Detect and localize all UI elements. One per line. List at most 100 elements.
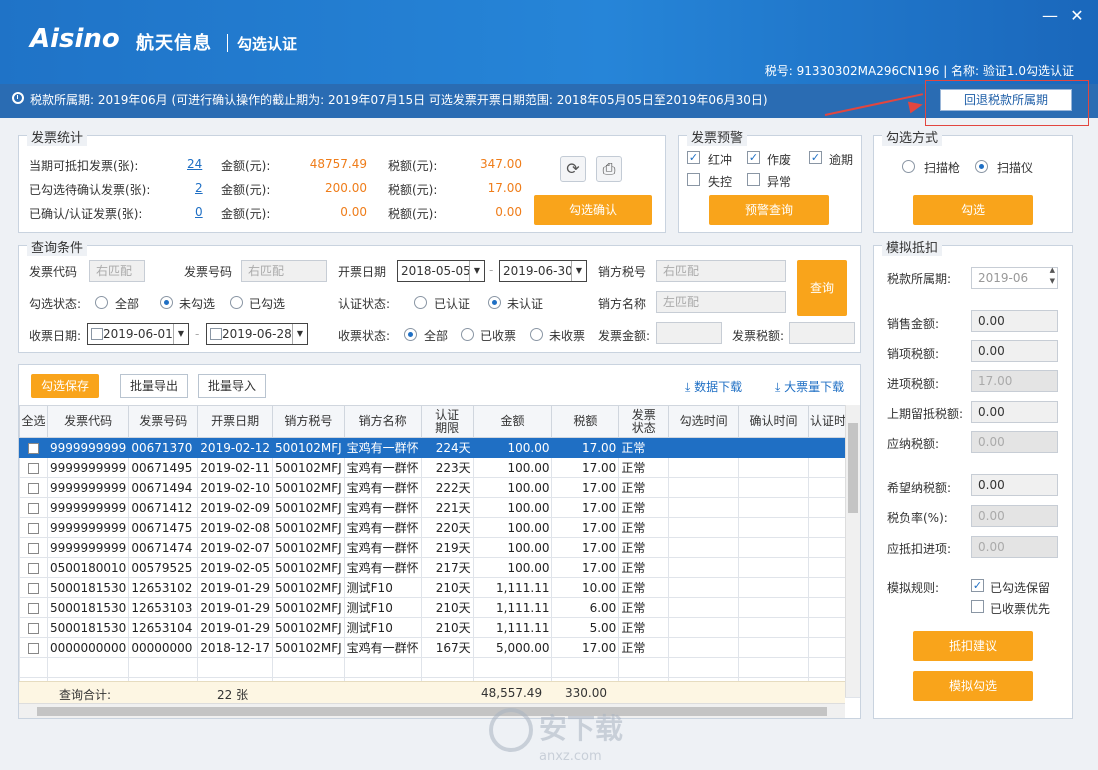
batch-export-button[interactable]: 批量导出 [120,374,188,398]
void-checkbox[interactable]: ✓ [747,151,760,164]
data-download-link[interactable]: ⤓ 数据下载 [685,378,742,395]
cert-yes-radio[interactable] [414,296,427,309]
horizontal-scrollbar[interactable] [19,703,845,718]
row-checkbox[interactable] [27,562,39,574]
row-checkbox[interactable] [27,482,39,494]
column-header[interactable]: 发票状态 [618,405,670,438]
row-select-cell[interactable] [19,637,48,658]
table-row[interactable]: 9999999999 00671412 2019-02-09 500102MFJ 宝鸡有… [19,497,861,518]
overdue-checkbox[interactable]: ✓ [809,151,822,164]
recv-yes-radio[interactable] [461,328,474,341]
row-select-cell[interactable] [19,657,48,678]
issue-date-from[interactable]: 2018-05-05 ▼ [397,260,485,282]
row-select-cell[interactable] [19,537,48,558]
issue-date-to[interactable]: 2019-06-30 ▼ [499,260,587,282]
date-enable-checkbox[interactable] [210,328,222,340]
stat-count-link[interactable]: 2 [195,181,203,195]
select-button[interactable]: 勾选 [913,195,1033,225]
row-checkbox[interactable] [27,542,39,554]
column-header[interactable]: 税额 [551,405,620,438]
dropdown-icon[interactable]: ▼ [173,324,188,344]
outofcontrol-checkbox[interactable] [687,173,700,186]
simulate-select-button[interactable]: 模拟勾选 [913,671,1033,701]
prev-credit-input[interactable]: 0.00 [971,401,1058,423]
stat-count-link[interactable]: 24 [187,157,202,171]
select-all-header[interactable]: 全选 [19,405,48,438]
scroll-thumb[interactable] [848,423,858,513]
column-header[interactable]: 销方名称 [343,405,422,438]
stat-count-link[interactable]: 0 [195,205,203,219]
period-spinner[interactable]: 2019-06 ▲ ▼ [971,265,1058,289]
row-select-cell[interactable] [19,477,48,498]
table-row[interactable]: 0000000000 00000000 2018-12-17 500102MFJ 宝鸡有… [19,637,861,658]
column-header[interactable]: 勾选时间 [668,405,740,438]
column-header[interactable]: 确认时间 [738,405,809,438]
vertical-scrollbar[interactable] [845,405,860,697]
date-enable-checkbox[interactable] [91,328,103,340]
table-row[interactable]: 9999999999 00671370 2019-02-12 500102MFJ 宝鸡有… [19,437,861,458]
table-row[interactable]: 9999999999 00671474 2019-02-07 500102MFJ 宝鸡有… [19,537,861,558]
row-select-cell[interactable] [19,557,48,578]
dropdown-icon[interactable]: ▼ [571,261,586,281]
column-header[interactable]: 发票代码 [46,405,130,438]
row-checkbox[interactable] [27,502,39,514]
save-selection-button[interactable]: 勾选保存 [31,374,99,398]
recv-all-radio[interactable] [404,328,417,341]
output-tax-input[interactable]: 0.00 [971,340,1058,362]
spinner-arrows-icon[interactable]: ▲ ▼ [1050,265,1055,287]
row-select-cell[interactable] [19,457,48,478]
abnormal-checkbox[interactable] [747,173,760,186]
table-row[interactable]: 9999999999 00671494 2019-02-10 500102MFJ 宝鸡有… [19,477,861,498]
refresh-icon[interactable]: ⟳ [560,156,586,182]
column-header[interactable]: 认证期限 [420,405,474,438]
row-checkbox[interactable] [27,442,39,454]
row-checkbox[interactable] [27,462,39,474]
row-checkbox[interactable] [27,602,39,614]
received-first-checkbox[interactable] [971,600,984,613]
table-row[interactable] [19,657,861,678]
scanner-gun-radio[interactable] [902,160,915,173]
row-select-cell[interactable] [19,497,48,518]
close-button[interactable]: ✕ [1067,6,1087,26]
row-select-cell[interactable] [19,617,48,638]
invoice-amount-input[interactable] [656,322,722,344]
recv-date-from[interactable]: 2019-06-01 ▼ [87,323,189,345]
seller-name-input[interactable]: 左匹配 [656,291,786,313]
invoice-number-input[interactable]: 右匹配 [241,260,327,282]
column-header[interactable]: 开票日期 [197,405,274,438]
check-selected-radio[interactable] [230,296,243,309]
row-checkbox[interactable] [27,642,39,654]
dropdown-icon[interactable]: ▼ [292,324,307,344]
row-checkbox[interactable] [27,582,39,594]
scanner-radio[interactable] [975,160,988,173]
cert-no-radio[interactable] [488,296,501,309]
invoice-tax-input[interactable] [789,322,855,344]
confirm-selection-button[interactable]: 勾选确认 [534,195,652,225]
deduction-suggest-button[interactable]: 抵扣建议 [913,631,1033,661]
row-select-cell[interactable] [19,437,48,458]
check-unselected-radio[interactable] [160,296,173,309]
table-row[interactable]: 5000181530 12653104 2019-01-29 500102MFJ 测试F… [19,617,861,638]
query-button[interactable]: 查询 [797,260,847,316]
dropdown-icon[interactable]: ▼ [469,261,484,281]
minimize-button[interactable]: — [1040,6,1060,26]
table-row[interactable]: 9999999999 00671495 2019-02-11 500102MFJ 宝鸡有… [19,457,861,478]
check-all-radio[interactable] [95,296,108,309]
invoice-code-input[interactable]: 右匹配 [89,260,145,282]
table-row[interactable]: 5000181530 12653103 2019-01-29 500102MFJ 测试F… [19,597,861,618]
redflush-checkbox[interactable]: ✓ [687,151,700,164]
warning-query-button[interactable]: 预警查询 [709,195,829,225]
column-header[interactable]: 金额 [472,405,553,438]
table-row[interactable]: 5000181530 12653102 2019-01-29 500102MFJ 测试F… [19,577,861,598]
row-select-cell[interactable] [19,577,48,598]
recv-no-radio[interactable] [530,328,543,341]
bulk-download-link[interactable]: ⤓ 大票量下载 [775,378,844,395]
row-checkbox[interactable] [27,622,39,634]
row-select-cell[interactable] [19,517,48,538]
table-row[interactable]: 0500180010 00579525 2019-02-05 500102MFJ 宝鸡有… [19,557,861,578]
row-select-cell[interactable] [19,597,48,618]
target-tax-input[interactable]: 0.00 [971,474,1058,496]
sales-amount-input[interactable]: 0.00 [971,310,1058,332]
scroll-thumb[interactable] [37,707,827,716]
column-header[interactable]: 发票号码 [128,405,199,438]
